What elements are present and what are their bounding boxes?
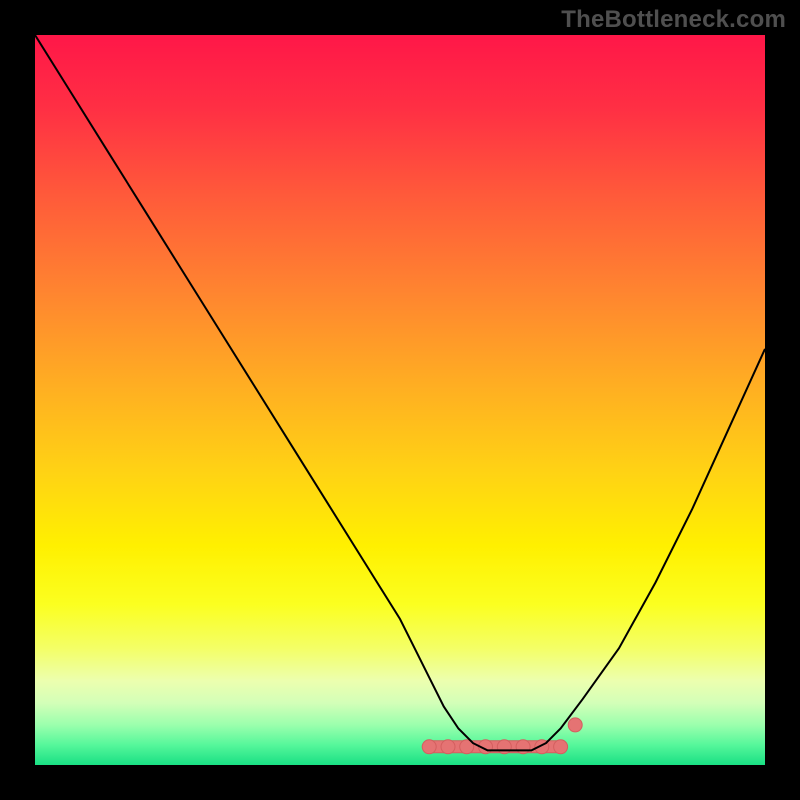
flat-region-dot — [422, 740, 436, 754]
flat-region-dot — [497, 740, 511, 754]
flat-region-dot — [516, 740, 530, 754]
flat-region-markers — [422, 718, 582, 754]
flat-region-dot — [554, 740, 568, 754]
chart-frame: TheBottleneck.com — [0, 0, 800, 800]
plot-area — [35, 35, 765, 765]
watermark-text: TheBottleneck.com — [561, 6, 786, 34]
bottleneck-curve — [35, 35, 765, 750]
bottleneck-curve-layer — [35, 35, 765, 765]
flat-region-dot — [568, 718, 582, 732]
flat-region-dot — [441, 740, 455, 754]
